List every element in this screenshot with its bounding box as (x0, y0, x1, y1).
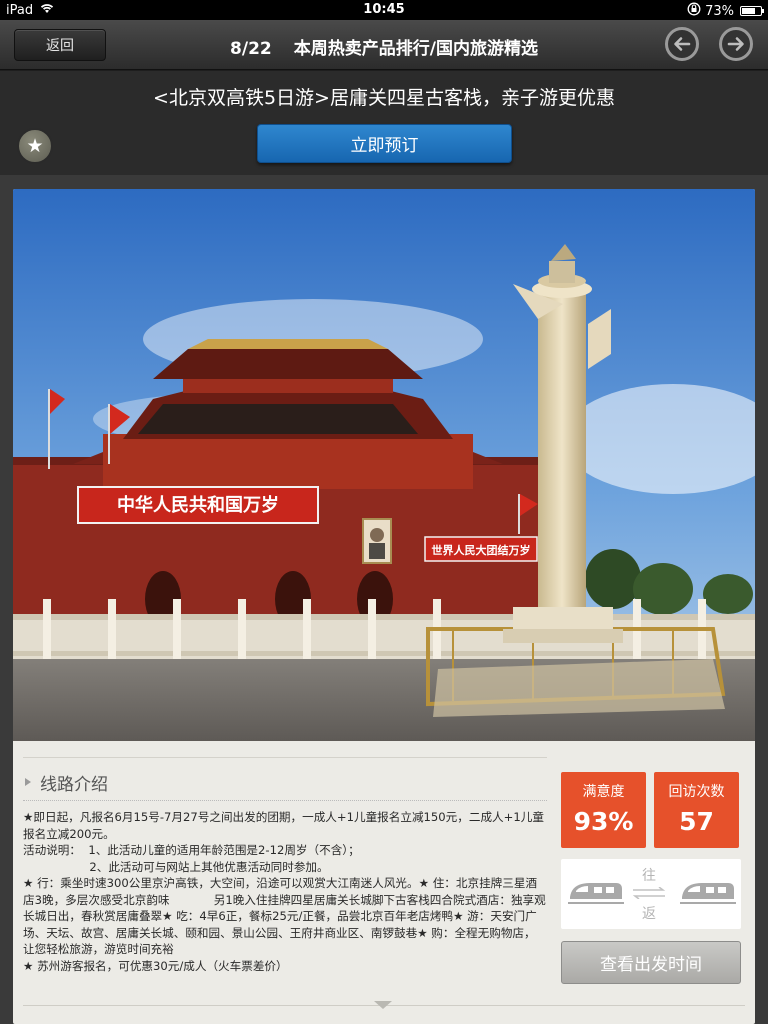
navigation-bar: 返回 8/22 本周热卖产品排行/国内旅游精选 (0, 20, 768, 70)
revisit-stat: 回访次数 57 (654, 772, 739, 848)
nav-title: 8/22 本周热卖产品排行/国内旅游精选 (0, 34, 768, 59)
disclosure-triangle-icon (25, 778, 31, 786)
favorite-button[interactable]: ★ (17, 128, 53, 164)
next-button[interactable] (719, 27, 753, 61)
train-icon (568, 883, 624, 904)
satisfaction-stat: 满意度 93% (561, 772, 646, 848)
previous-button[interactable] (665, 27, 699, 61)
status-bar: iPad 10:45 73% (0, 0, 768, 20)
page-counter: 8/22 (230, 39, 272, 59)
satisfaction-label: 满意度 (582, 784, 625, 800)
chevron-down-icon (374, 1001, 392, 1009)
clock: 10:45 (363, 2, 405, 17)
swap-arrows-icon (632, 886, 666, 900)
go-return-indicator: 往 返 (629, 867, 669, 924)
transport-info: 往 返 (561, 859, 741, 929)
route-intro-header[interactable]: 线路介绍 (23, 757, 547, 801)
divider (23, 800, 547, 801)
train-icon (680, 883, 736, 904)
product-header: <北京双高铁5日游>居庸关四星古客栈，亲子游更优惠 ★ 立即预订 (0, 71, 768, 175)
desc-paragraph: 2、此活动可与网站上其他优惠活动同时参加。 (23, 859, 329, 874)
satisfaction-value: 93% (573, 807, 634, 836)
tiananmen-photo: 中华人民共和国万岁 世界人民大团结万岁 (13, 189, 755, 741)
go-label: 往 (642, 868, 656, 884)
banner-right: 世界人民大团结万岁 (432, 543, 531, 557)
arrow-left-icon (674, 37, 691, 51)
return-label: 返 (642, 906, 656, 922)
desc-paragraph: ★即日起，凡报名6月15号-7月27号之间出发的团期，一成人+1儿童报名立减15… (23, 810, 544, 841)
arrow-right-icon (727, 37, 744, 51)
desc-paragraph: ★ 苏州游客报名，可优惠30元/成人（火车票差价） (23, 958, 288, 973)
revisit-label: 回访次数 (668, 784, 725, 800)
desc-paragraph: 活动说明： 1、此活动儿童的适用年龄范围是2-12周岁（不含）； (23, 843, 360, 857)
expand-bar[interactable] (13, 1001, 755, 1024)
route-intro-label: 线路介绍 (40, 775, 108, 795)
view-departure-dates-button[interactable]: 查看出发时间 (561, 941, 741, 984)
status-right: 73% (687, 2, 764, 20)
star-icon: ★ (26, 135, 44, 157)
page-title: 本周热卖产品排行/国内旅游精选 (293, 39, 538, 59)
product-card: 中华人民共和国万岁 世界人民大团结万岁 线路介绍 ★即日起，凡报名6月15号-7… (13, 189, 755, 1024)
desc-paragraph: ★ 行：乘坐时速300公里京沪高铁，大空间，沿途可以观赏大江南迷人风光。★ 住：… (23, 876, 546, 956)
battery-fill (742, 8, 756, 14)
battery-icon (740, 6, 764, 16)
book-now-button[interactable]: 立即预订 (257, 124, 512, 163)
battery-percent: 73% (705, 3, 734, 19)
orientation-lock-icon (687, 2, 701, 20)
product-title: <北京双高铁5日游>居庸关四星古客栈，亲子游更优惠 (153, 87, 615, 109)
route-description: ★即日起，凡报名6月15号-7月27号之间出发的团期，一成人+1儿童报名立减15… (23, 809, 547, 989)
revisit-value: 57 (679, 807, 714, 836)
banner-left: 中华人民共和国万岁 (117, 494, 279, 515)
